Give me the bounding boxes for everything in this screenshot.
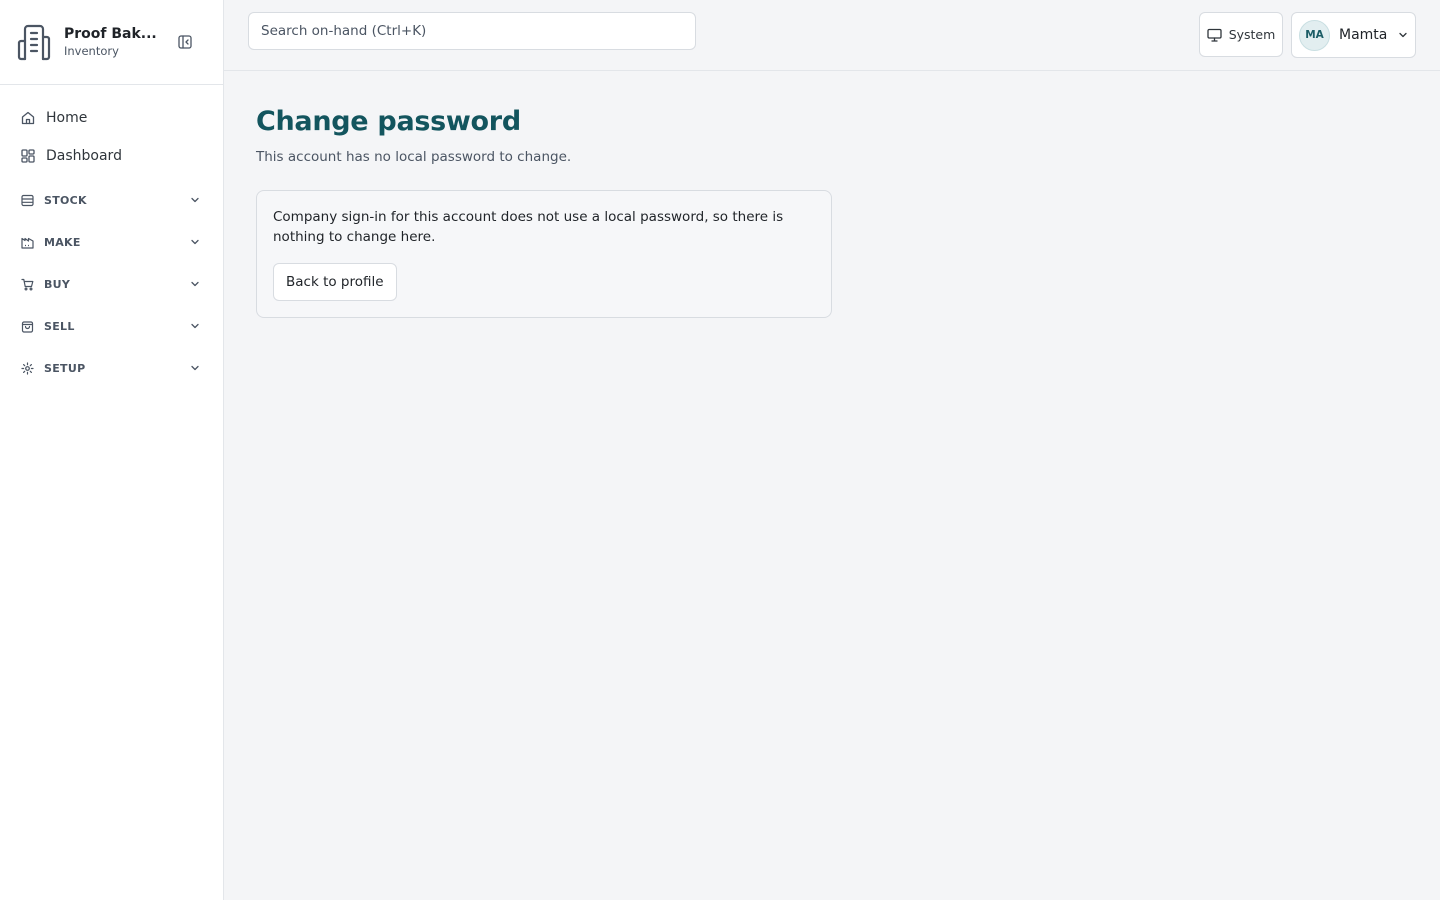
sidebar-item-label: Home [46, 110, 88, 126]
brand-name: Proof Bak... [64, 26, 157, 42]
chevron-down-icon [189, 362, 201, 374]
main-content: Change password This account has no loca… [256, 104, 832, 318]
chevron-down-icon [189, 236, 201, 248]
monitor-icon [1207, 28, 1222, 42]
bag-icon [20, 319, 34, 333]
sidebar-group-label: MAKE [44, 235, 81, 249]
brand-text: Proof Bak... Inventory [64, 25, 157, 59]
home-icon [20, 110, 36, 126]
brand-header: Proof Bak... Inventory [0, 0, 223, 85]
factory-icon [20, 235, 34, 249]
cart-icon [20, 277, 34, 291]
page-title: Change password [256, 106, 521, 137]
sidebar-group-label: BUY [44, 277, 71, 291]
chevron-down-icon [1397, 29, 1409, 41]
sidebar-group-label: SELL [44, 319, 75, 333]
sidebar-group-label: STOCK [44, 193, 87, 207]
chevron-down-icon [189, 320, 201, 332]
user-name: Mamta [1339, 27, 1388, 43]
sidebar-group-make[interactable]: MAKE [0, 221, 223, 263]
sidebar-group-setup[interactable]: SETUP [0, 347, 223, 389]
sidebar-group-stock[interactable]: STOCK [0, 179, 223, 221]
top-bar: System MA Mamta [224, 0, 1440, 71]
sidebar-group-buy[interactable]: BUY [0, 263, 223, 305]
sidebar-group-sell[interactable]: SELL [0, 305, 223, 347]
gear-icon [20, 361, 34, 375]
theme-toggle-button[interactable]: System [1199, 12, 1283, 57]
sidebar-collapse-icon[interactable] [176, 33, 194, 51]
chevron-down-icon [189, 278, 201, 290]
user-menu-button[interactable]: MA Mamta [1291, 12, 1416, 58]
sidebar-item-label: Dashboard [46, 148, 122, 164]
building-icon [16, 24, 52, 61]
sidebar-item-dashboard[interactable]: Dashboard [0, 137, 223, 175]
sidebar-group-label: SETUP [44, 361, 86, 375]
theme-label: System [1228, 27, 1276, 42]
avatar: MA [1299, 19, 1330, 51]
brand-subtitle: Inventory [64, 44, 119, 58]
info-card: Company sign-in for this account does no… [256, 190, 832, 318]
back-to-profile-button[interactable]: Back to profile [273, 263, 397, 301]
card-message: Company sign-in for this account does no… [273, 209, 784, 245]
chevron-down-icon [189, 194, 201, 206]
sidebar-nav: Home Dashboard STOCK MAKE BUY SELL SETUP [0, 85, 223, 389]
sidebar: Proof Bak... Inventory Home Dashboard ST… [0, 0, 224, 900]
sidebar-item-home[interactable]: Home [0, 99, 223, 137]
database-icon [20, 193, 34, 207]
page-subtitle: This account has no local password to ch… [256, 149, 572, 165]
search-input[interactable] [248, 12, 696, 50]
dashboard-grid-icon [20, 148, 36, 164]
